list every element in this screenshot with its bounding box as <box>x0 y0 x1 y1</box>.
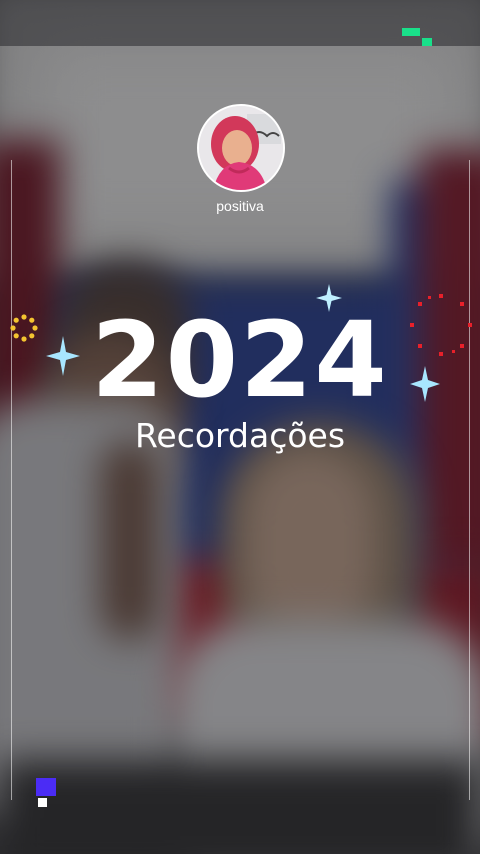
pixel-progress-icon <box>402 28 432 46</box>
avatar[interactable] <box>197 104 285 192</box>
story-screen[interactable]: positiva 2024 Recordações <box>0 0 480 854</box>
left-frame-line <box>11 160 12 800</box>
subtitle: Recordações <box>134 416 346 455</box>
username[interactable]: positiva <box>140 198 340 214</box>
year-title: 2024 <box>91 299 389 421</box>
pixel-square-icon <box>36 778 56 807</box>
profile-photo <box>199 106 283 190</box>
right-frame-line <box>469 160 470 800</box>
